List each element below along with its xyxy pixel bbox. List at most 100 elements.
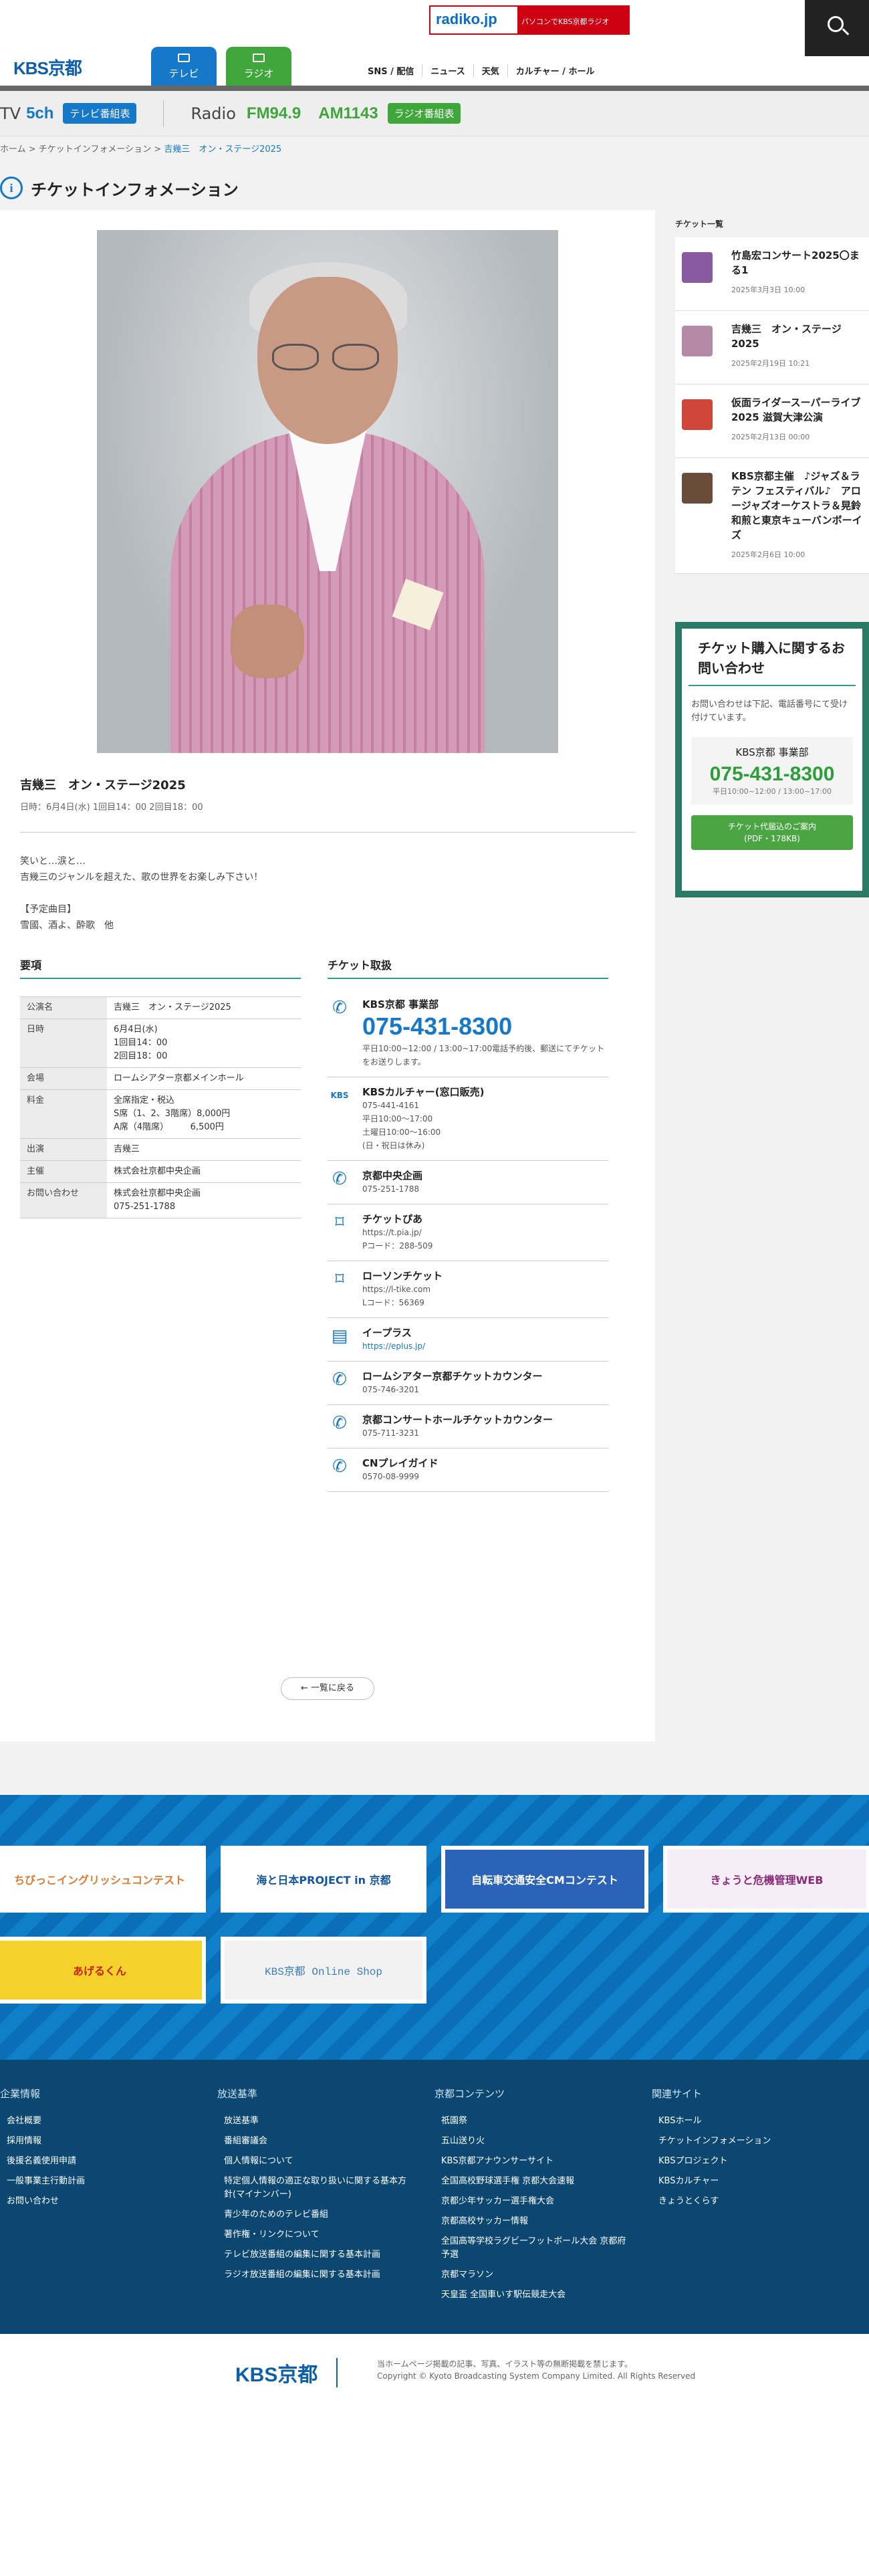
ticket-outlet-name[interactable]: 京都中央企画	[362, 1169, 422, 1182]
footer-link[interactable]: 番組審議会	[217, 2131, 418, 2151]
footer-link[interactable]: 全国高校野球選手権 京都大会速報	[434, 2171, 635, 2191]
ticket-outlet-name[interactable]: KBSカルチャー(窓口販売)	[362, 1085, 484, 1099]
ticket-outlet: ▤ イープラス https://eplus.jp/	[328, 1318, 608, 1362]
ticket-outlet-phone[interactable]: 075-431-8300	[362, 1011, 608, 1042]
sidebar-ticket-item[interactable]: KBS京都主催 ♪ジャズ＆ラテン フェスティバル♪ アロージャズオーケストラ＆晃…	[675, 458, 869, 574]
footer-link[interactable]: 特定個人情報の適正な取り扱いに関する基本方針(マイナンバー)	[217, 2171, 418, 2205]
tab-radio-label: ラジオ	[243, 68, 274, 80]
ticket-outlet-name[interactable]: 京都コンサートホールチケットカウンター	[362, 1413, 553, 1426]
footer-link[interactable]: 京都高校サッカー情報	[434, 2212, 635, 2232]
footer-link[interactable]: 採用情報	[0, 2131, 187, 2151]
banner-online-shop[interactable]: KBS京都 Online Shop	[221, 1937, 426, 2004]
tab-radio[interactable]: ラジオ	[226, 47, 291, 88]
breadcrumb-section[interactable]: チケットインフォメーション	[39, 144, 151, 154]
channel-divider	[163, 100, 164, 127]
footer-link[interactable]: KBSプロジェクト	[652, 2151, 839, 2171]
pdf-guide-button[interactable]: チケット代届込のご案内 (PDF・178KB)	[691, 815, 853, 850]
phone-icon: ✆	[332, 1169, 347, 1189]
tv-schedule-button[interactable]: テレビ番組表	[63, 103, 137, 124]
nav-weather[interactable]: 天気	[474, 64, 508, 77]
footer-link[interactable]: 京都マラソン	[434, 2265, 635, 2285]
footer-link[interactable]: 個人情報について	[217, 2151, 418, 2171]
desc-line: 吉幾三のジャンルを超えた、歌の世界をお楽しみ下さい！	[20, 872, 263, 883]
ticket-outlet-text: ローソンチケット https://l-tike.com Lコード：56369	[352, 1269, 443, 1309]
sidebar-ticket-item[interactable]: 竹島宏コンサート2025〇まる1 2025年3月3日 10:00	[675, 237, 869, 311]
sidebar-ticket-title: 吉幾三 オン・ステージ2025	[731, 323, 842, 350]
overview-value: 株式会社京都中央企画 075-251-1788	[107, 1182, 301, 1218]
desc-line: 雪國、酒よ、酔歌 他	[20, 920, 114, 931]
overview-heading: 要項	[20, 956, 301, 979]
footer-column: 京都コンテンツ 祇園祭 五山送り火 KBS京都アナウンサーサイト 全国高校野球選手権 京…	[434, 2086, 635, 2305]
sidebar-ticket-item[interactable]: 仮面ライダースーパーライブ2025 滋賀大津公演 2025年2月13日 00:00	[675, 385, 869, 458]
footer-link[interactable]: 京都少年サッカー選手権大会	[434, 2191, 635, 2212]
footer-link[interactable]: 放送基準	[217, 2111, 418, 2131]
footer-link[interactable]: 祇園祭	[434, 2111, 635, 2131]
banner-umi-to-nippon[interactable]: 海と日本PROJECT in 京都	[221, 1846, 426, 1913]
back-label: 一覧に戻る	[311, 1683, 355, 1693]
ticket-thumbnail	[682, 399, 713, 430]
ticket-outlet-name[interactable]: ローソンチケット	[362, 1269, 443, 1283]
event-date: 日時：6月4日(水) 1回目14：00 2回目18：00	[20, 802, 203, 813]
divider	[20, 832, 635, 833]
ticket-outlet-detail: 075-746-3201	[362, 1385, 420, 1394]
notice-text: 当ホームページ掲載の記事、写真、イラスト等の無断掲載を禁じます。	[377, 2359, 632, 2369]
ticket-outlet-detail: https://l-tike.com	[362, 1285, 431, 1294]
contact-phone[interactable]: 075-431-8300	[691, 763, 853, 786]
contact-title: チケット購入に関するお問い合わせ	[689, 629, 856, 686]
footer-logo[interactable]: KBS京都	[235, 2358, 338, 2387]
ticket-outlet-name[interactable]: CNプレイガイド	[362, 1457, 439, 1470]
tab-tv[interactable]: テレビ	[151, 47, 217, 88]
header-divider	[0, 86, 869, 91]
overview-row: 主催 株式会社京都中央企画	[20, 1160, 301, 1183]
banner-bicycle-safety[interactable]: 自転車交通安全CMコンテスト	[441, 1846, 648, 1913]
footer-link[interactable]: 一般事業主行動計画	[0, 2171, 187, 2191]
radio-label: Radio	[191, 104, 236, 123]
tickets-heading: チケット取扱	[328, 956, 608, 979]
site-logo[interactable]: KBS京都	[13, 55, 82, 80]
nav-sns[interactable]: SNS / 配信	[360, 64, 423, 77]
overview-key: 会場	[20, 1067, 107, 1090]
sidebar-ticket-title: 竹島宏コンサート2025〇まる1	[731, 249, 860, 276]
banner-agerukun[interactable]: あげるくん	[0, 1937, 206, 2004]
eplus-icon: ▤	[331, 1326, 348, 1346]
tv-icon	[178, 53, 190, 62]
radio-schedule-button[interactable]: ラジオ番組表	[387, 103, 461, 124]
footer-link[interactable]: 会社概要	[0, 2111, 187, 2131]
footer-link[interactable]: KBSホール	[652, 2111, 839, 2131]
footer-link[interactable]: ラジオ放送番組の編集に関する基本計画	[217, 2265, 418, 2285]
footer-link[interactable]: きょうとくらす	[652, 2191, 839, 2212]
nav-news[interactable]: ニュース	[422, 64, 474, 77]
back-to-list-button[interactable]: ← 一覧に戻る	[281, 1677, 374, 1700]
banner-english-contest[interactable]: ちびっこイングリッシュコンテスト	[0, 1846, 206, 1913]
phone-icon: ✆	[332, 1457, 347, 1477]
footer-link[interactable]: 五山送り火	[434, 2131, 635, 2151]
ticket-outlet-name[interactable]: チケットぴあ	[362, 1212, 432, 1226]
footer-link[interactable]: 天皇盃 全国車いす駅伝競走大会	[434, 2285, 635, 2305]
sidebar-ticket-text: 吉幾三 オン・ステージ2025 2025年2月19日 10:21	[713, 322, 862, 373]
ticket-outlet-name[interactable]: イープラス	[362, 1326, 425, 1339]
footer-link[interactable]: 全国高等学校ラグビーフットボール大会 京都府予選	[434, 2232, 635, 2265]
sidebar-ticket-item[interactable]: 吉幾三 オン・ステージ2025 2025年2月19日 10:21	[675, 311, 869, 385]
footer-link[interactable]: お問い合わせ	[0, 2191, 187, 2212]
ticket-outlet-name[interactable]: KBS京都 事業部	[362, 998, 608, 1011]
breadcrumb-home[interactable]: ホーム	[0, 144, 26, 154]
footer-link[interactable]: KBS京都アナウンサーサイト	[434, 2151, 635, 2171]
footer-column-title: 放送基準	[217, 2088, 258, 2100]
footer-link[interactable]: テレビ放送番組の編集に関する基本計画	[217, 2245, 418, 2265]
ticket-outlet: ✆ ロームシアター京都チケットカウンター 075-746-3201	[328, 1362, 608, 1405]
search-button[interactable]	[805, 0, 869, 56]
overview-table: 公演名 吉幾三 オン・ステージ2025 日時 6月4日(水) 1回目14：00 2回目…	[20, 996, 301, 1218]
footer-link[interactable]: 著作権・リンクについて	[217, 2225, 418, 2245]
footer-link[interactable]: チケットインフォメーション	[652, 2131, 839, 2151]
footer-link[interactable]: 青少年のためのテレビ番組	[217, 2205, 418, 2225]
ticket-outlet-link[interactable]: https://eplus.jp/	[362, 1341, 425, 1351]
sidebar-heading: チケット一覧	[675, 219, 724, 229]
footer-link[interactable]: 後援名義使用申請	[0, 2151, 187, 2171]
banner-kiki-kanri[interactable]: きょうと危機管理WEB	[663, 1846, 869, 1913]
am-frequency: AM1143	[318, 104, 378, 122]
footer-link[interactable]: KBSカルチャー	[652, 2171, 839, 2191]
nav-culture[interactable]: カルチャー / ホール	[508, 64, 603, 77]
overview-value: 6月4日(水) 1回目14：00 2回目18：00	[107, 1018, 301, 1068]
radiko-banner[interactable]: radiko.jp パソコンでKBS京都ラジオ	[429, 5, 630, 35]
ticket-outlet-name[interactable]: ロームシアター京都チケットカウンター	[362, 1370, 543, 1383]
